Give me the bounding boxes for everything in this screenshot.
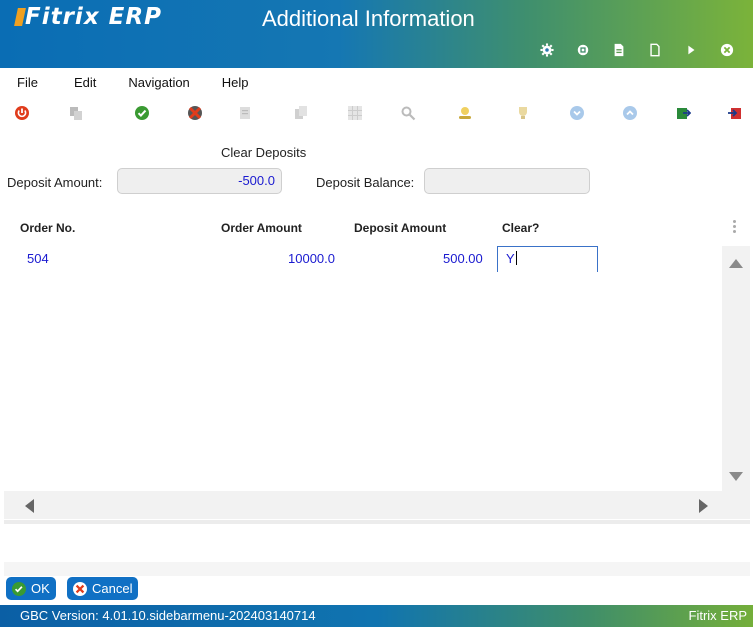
paste-icon[interactable] [236,104,254,122]
power-icon[interactable] [13,104,31,122]
version-text: GBC Version: 4.01.10.sidebarmenu-2024031… [20,608,316,623]
deposit-amount-label: Deposit Amount: [7,175,103,190]
export-icon[interactable] [674,104,692,122]
scroll-down-icon[interactable] [729,472,743,481]
column-header-deposit-amount[interactable]: Deposit Amount [354,221,446,235]
circle-down-icon[interactable] [568,104,586,122]
chip-icon[interactable] [565,40,601,60]
user-icon[interactable] [456,104,474,122]
window-title: Additional Information [262,6,475,31]
cancel-button[interactable]: Cancel [67,577,139,600]
form-footer-band [4,562,750,576]
ok-button[interactable]: OK [6,577,56,600]
copy-disabled-icon[interactable] [67,104,85,122]
app-window: Fitrix ERP Additional Information File E… [0,0,753,630]
circle-up-icon[interactable] [621,104,639,122]
cancel-icon[interactable] [186,104,204,122]
text-cursor [515,251,517,265]
column-menu-icon[interactable] [733,220,736,234]
trophy-icon[interactable] [514,104,532,122]
duplicate-icon[interactable] [292,104,310,122]
app-logo: Fitrix ERP [14,4,162,32]
scroll-right-icon[interactable] [699,499,708,513]
cell-order-amount: 10000.0 [288,251,335,266]
header-toolbar [529,40,745,60]
menu-bar: File Edit Navigation Help [0,68,753,96]
logo-text: Fitrix ERP [25,4,162,30]
menu-file[interactable]: File [17,75,38,90]
deposit-balance-label: Deposit Balance: [316,175,415,190]
table-bottom-divider [4,520,750,524]
deposits-table: Order No. Order Amount Deposit Amount Cl… [4,212,750,524]
vertical-scrollbar[interactable] [722,246,750,491]
document-filled-icon[interactable] [601,40,637,60]
action-toolbar [0,100,753,126]
menu-edit[interactable]: Edit [74,75,96,90]
clear-input[interactable]: Y [497,246,598,272]
import-icon[interactable] [726,104,744,122]
deposit-amount-field[interactable]: -500.0 [117,168,282,194]
cell-deposit-amount: 500.00 [443,251,483,266]
grid-icon[interactable] [346,104,364,122]
cancel-button-label: Cancel [92,581,133,596]
ok-button-label: OK [31,581,50,596]
status-bar: GBC Version: 4.01.10.sidebarmenu-2024031… [0,605,753,627]
menu-navigation[interactable]: Navigation [128,75,189,90]
find-icon[interactable] [399,104,417,122]
menu-help[interactable]: Help [222,75,249,90]
horizontal-scrollbar[interactable] [4,491,750,519]
deposit-balance-field[interactable] [424,168,590,194]
gear-icon[interactable] [529,40,565,60]
close-circle-icon[interactable] [709,40,745,60]
cancel-x-icon [73,581,87,596]
column-header-order-no[interactable]: Order No. [20,221,75,235]
scroll-up-icon[interactable] [729,259,743,268]
clear-value: Y [506,251,515,266]
column-header-clear[interactable]: Clear? [502,221,539,235]
section-title: Clear Deposits [221,145,307,160]
check-icon [12,581,26,596]
brand-text: Fitrix ERP [688,608,748,623]
cell-order-no: 504 [27,251,49,266]
document-icon[interactable] [637,40,673,60]
accept-icon[interactable] [133,104,151,122]
app-header: Fitrix ERP Additional Information [0,0,753,68]
column-header-order-amount[interactable]: Order Amount [221,221,302,235]
scroll-left-icon[interactable] [25,499,34,513]
play-icon[interactable] [673,40,709,60]
